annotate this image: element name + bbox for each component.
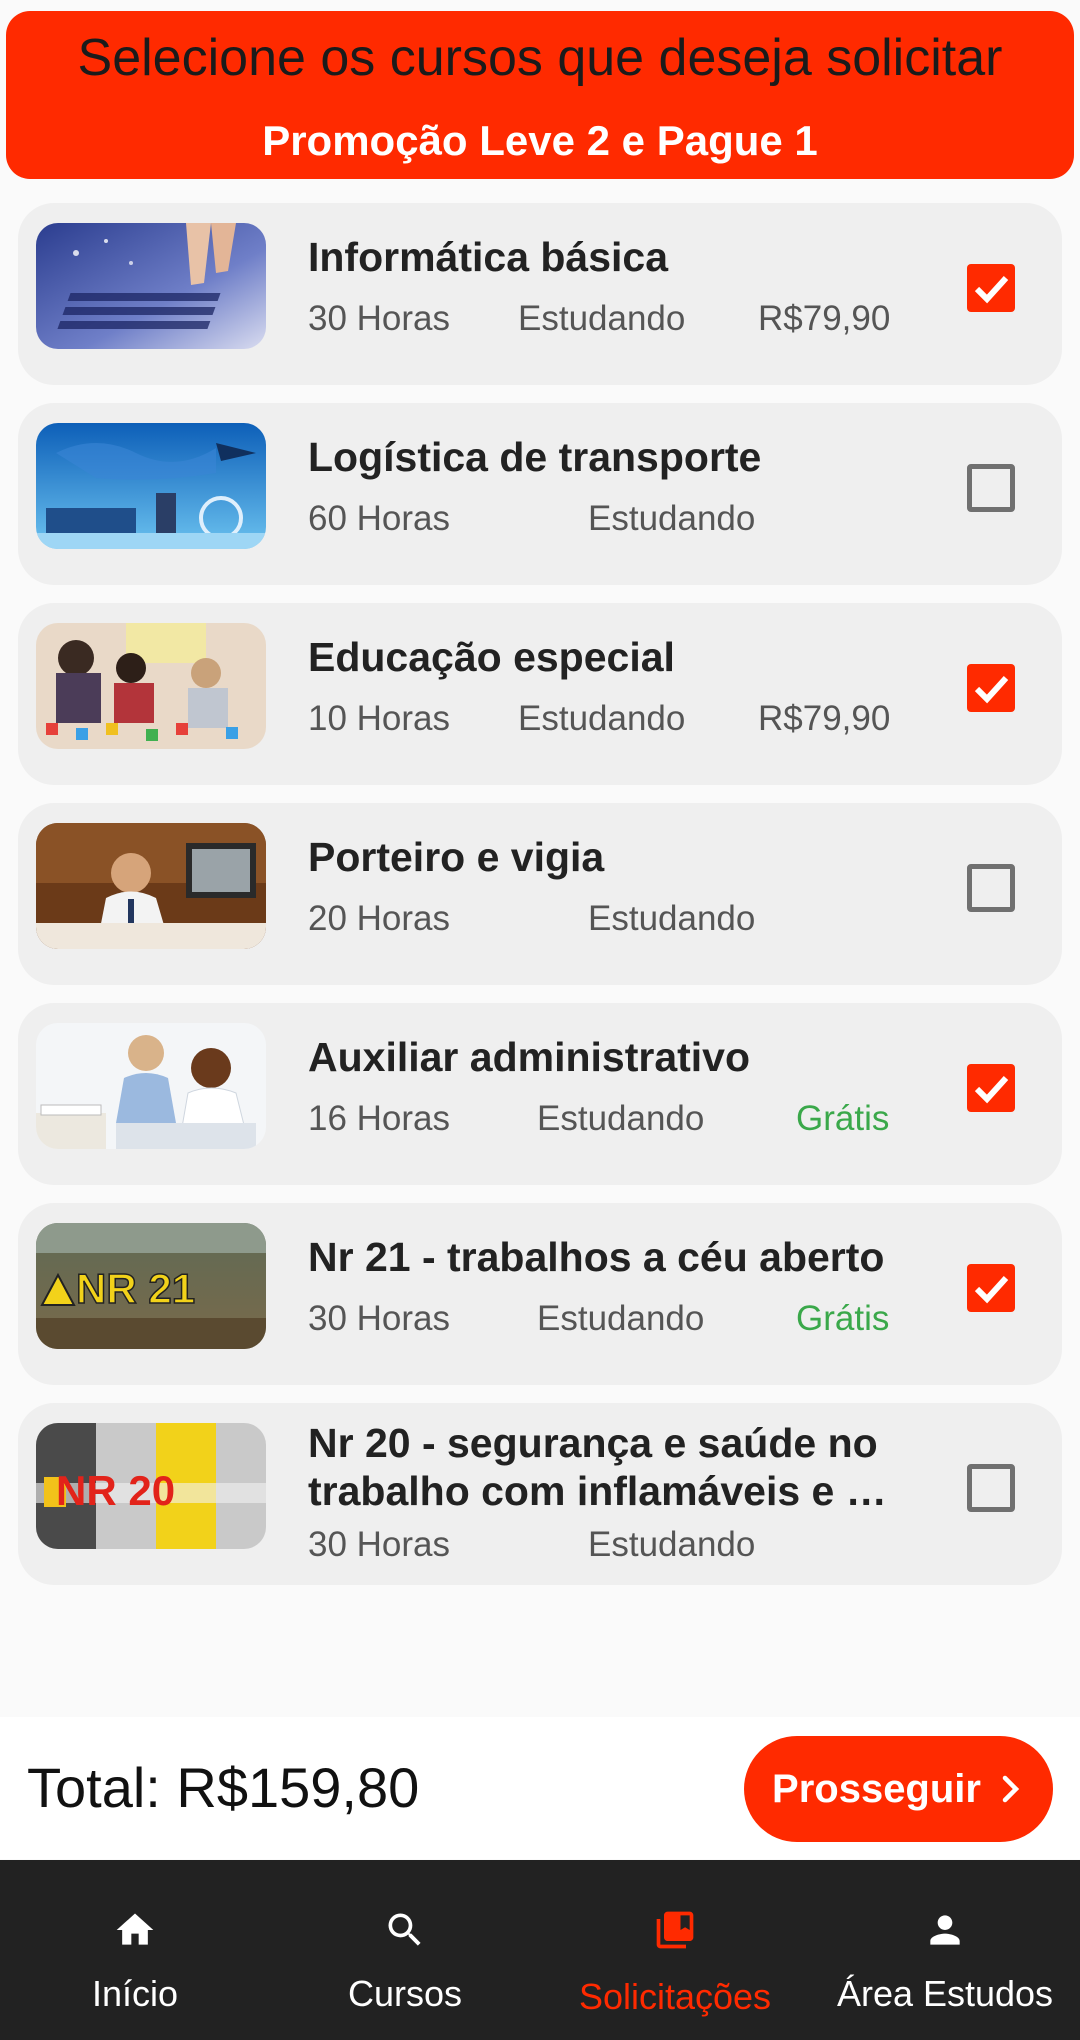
check-icon [974,275,1009,304]
promo-header: Selecione os cursos que deseja solicitar… [6,11,1074,179]
course-hours: 16 Horas [308,1099,451,1138]
course-hours: 60 Horas [308,499,451,538]
nav-label: Início [91,1973,179,2014]
proceed-button[interactable]: Prosseguir [744,1736,1053,1842]
course-thumbnail-nr21: NR 21 [36,1223,266,1349]
course-checkbox-unchecked[interactable] [967,864,1015,912]
course-status: Estudando [537,1299,705,1338]
course-price: R$79,90 [758,699,891,738]
nav-label: Cursos [347,1973,463,2014]
course-title: Educação especial [308,634,675,680]
nr21-thumb-text: NR 21 [76,1265,195,1312]
course-checkbox-checked[interactable] [967,1264,1015,1312]
course-thumbnail-logistics [36,423,266,549]
course-hours: 30 Horas [308,299,451,338]
bottom-navigation: Início Cursos Solicitações Área Estudos [0,1860,1080,2040]
course-card-porteiro[interactable]: Porteiro e vigia 20 Horas Estudando [18,803,1062,985]
course-hours: 10 Horas [308,699,451,738]
course-card-educacao[interactable]: Educação especial 10 Horas Estudando R$7… [18,603,1062,785]
course-card-auxiliar[interactable]: Auxiliar administrativo 16 Horas Estudan… [18,1003,1062,1185]
course-title: Informática básica [308,234,669,280]
course-title: Porteiro e vigia [308,834,605,880]
course-title: Auxiliar administrativo [308,1034,751,1080]
course-title: Nr 21 - trabalhos a céu aberto [308,1234,885,1280]
course-title: Nr 20 - segurança e saúde no trabalho co… [308,1420,887,1514]
course-card-logistica[interactable]: Logística de transporte 60 Horas Estudan… [18,403,1062,585]
check-icon [974,675,1009,704]
course-hours: 20 Horas [308,899,451,938]
course-card-nr21[interactable]: NR 21 Nr 21 - trabalhos a céu aberto 30 … [18,1203,1062,1385]
course-thumbnail-office [36,1023,266,1149]
course-thumbnail-security-guard [36,823,266,949]
course-hours: 30 Horas [308,1525,451,1564]
course-checkbox-checked[interactable] [967,664,1015,712]
course-card-nr20[interactable]: NR 20 Nr 20 - segurança e saúde no traba… [18,1403,1062,1585]
course-card-informatica[interactable]: Informática básica 30 Horas Estudando R$… [18,203,1062,385]
course-price-free: Grátis [796,1299,890,1338]
course-title: Logística de transporte [308,434,762,480]
nav-item-solicitacoes[interactable]: Solicitações [540,1860,810,2040]
course-list: Informática básica 30 Horas Estudando R$… [18,203,1062,1603]
course-status: Estudando [537,1099,705,1138]
nav-item-area-estudos[interactable]: Área Estudos [810,1860,1080,2040]
course-status: Estudando [588,499,756,538]
proceed-label: Prosseguir [772,1766,981,1811]
course-status: Estudando [588,1525,756,1564]
nav-label: Área Estudos [836,1973,1054,2014]
course-checkbox-unchecked[interactable] [967,1464,1015,1512]
promo-text: Promoção Leve 2 e Pague 1 [262,117,818,164]
check-icon [974,1075,1009,1104]
search-icon [270,1908,540,1952]
checkout-bar: Total: R$159,80 Prosseguir [0,1717,1080,1859]
person-icon [810,1908,1080,1952]
total-price: Total: R$159,80 [27,1756,420,1819]
course-price-free: Grátis [796,1099,890,1138]
course-status: Estudando [518,699,686,738]
course-hours: 30 Horas [308,1299,451,1338]
course-checkbox-unchecked[interactable] [967,464,1015,512]
page-title: Selecione os cursos que deseja solicitar [77,29,1003,87]
nav-item-inicio[interactable]: Início [0,1860,270,2040]
course-checkbox-checked[interactable] [967,1064,1015,1112]
library-bookmark-icon [540,1908,810,1952]
course-thumbnail-keyboard [36,223,266,349]
nav-item-cursos[interactable]: Cursos [270,1860,540,2040]
nav-label: Solicitações [578,1976,772,2017]
course-price: R$79,90 [758,299,891,338]
home-icon [0,1908,270,1952]
course-status: Estudando [588,899,756,938]
course-thumbnail-nr20: NR 20 [36,1423,266,1549]
course-checkbox-checked[interactable] [967,264,1015,312]
nr20-thumb-text: NR 20 [56,1467,175,1514]
chevron-right-icon [1002,1775,1020,1803]
course-thumbnail-classroom [36,623,266,749]
course-status: Estudando [518,299,686,338]
check-icon [974,1275,1009,1304]
